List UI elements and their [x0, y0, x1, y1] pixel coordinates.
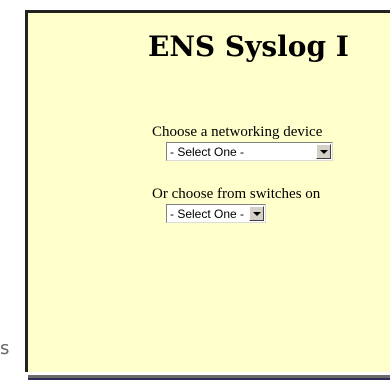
- panel-bottom-divider-dark: [28, 378, 390, 380]
- switch-select-label: Or choose from switches on: [152, 186, 321, 202]
- device-select-label: Choose a networking device: [152, 124, 323, 140]
- page-canvas: s ENS Syslog I Choose a networking devic…: [0, 0, 390, 387]
- device-select-value: - Select One -: [170, 145, 245, 159]
- chevron-down-icon: [320, 150, 328, 154]
- edge-text: s: [0, 338, 10, 359]
- device-select-dropdown-button[interactable]: [316, 144, 331, 159]
- switch-select[interactable]: - Select One -: [166, 204, 266, 223]
- device-select[interactable]: - Select One -: [166, 142, 333, 161]
- page-title: ENS Syslog I: [148, 30, 349, 63]
- switch-select-dropdown-button[interactable]: [249, 206, 264, 221]
- switch-select-value: - Select One -: [170, 207, 245, 221]
- chevron-down-icon: [253, 212, 261, 216]
